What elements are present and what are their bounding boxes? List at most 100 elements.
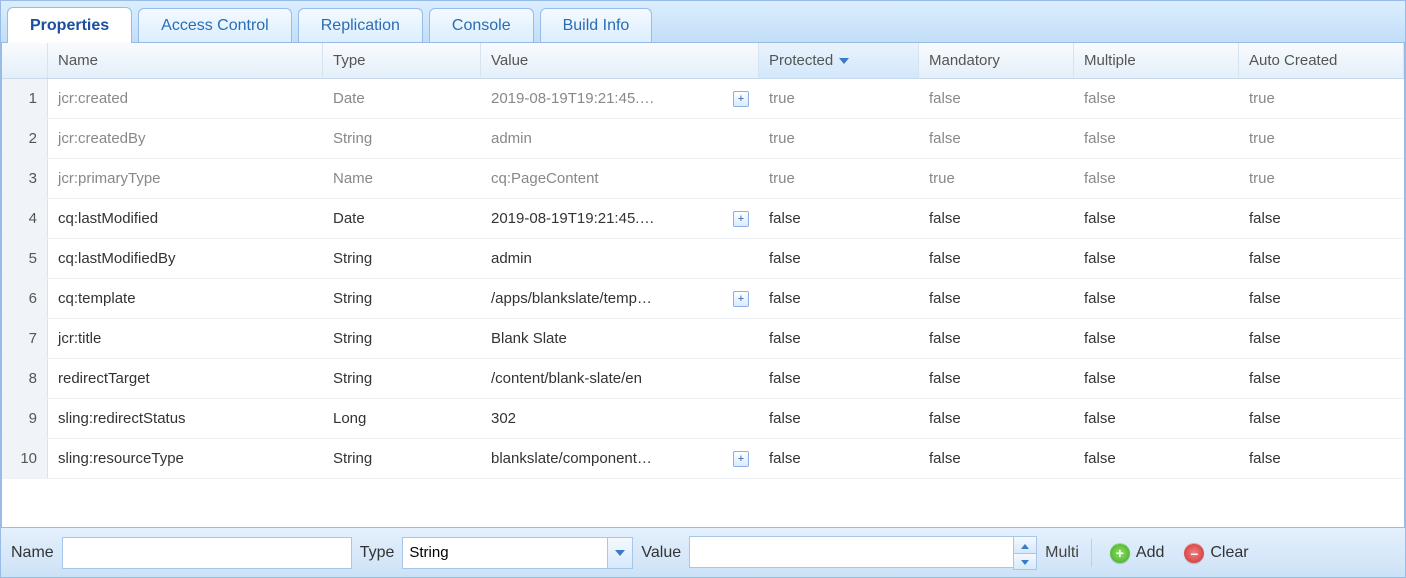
column-header-multiple[interactable]: Multiple [1074, 43, 1239, 78]
table-row[interactable]: 10sling:resourceTypeStringblankslate/com… [2, 439, 1404, 479]
cell-protected: false [759, 199, 919, 238]
cell-type: Date [323, 79, 481, 118]
cell-protected: false [759, 279, 919, 318]
cell-protected: false [759, 359, 919, 398]
cell-value-text: /content/blank-slate/en [491, 370, 749, 387]
value-spin-down[interactable] [1014, 553, 1036, 569]
cell-value-text: Blank Slate [491, 330, 749, 347]
caret-down-icon [1021, 552, 1029, 570]
plus-circle-icon: + [1110, 543, 1130, 563]
table-row[interactable]: 3jcr:primaryTypeNamecq:PageContenttruetr… [2, 159, 1404, 199]
tab-access-control[interactable]: Access Control [138, 8, 292, 42]
cell-autocreated: false [1239, 279, 1404, 318]
cell-autocreated: true [1239, 159, 1404, 198]
cell-protected: true [759, 119, 919, 158]
toolbar-separator [1091, 539, 1092, 567]
grid-header: Name Type Value Protected Mandatory Mult… [2, 43, 1404, 79]
multi-label: Multi [1045, 544, 1079, 562]
tab-properties[interactable]: Properties [7, 7, 132, 43]
expand-value-button[interactable]: + [733, 91, 749, 107]
table-row[interactable]: 7jcr:titleStringBlank Slatefalsefalsefal… [2, 319, 1404, 359]
cell-value-text: 302 [491, 410, 749, 427]
table-row[interactable]: 9sling:redirectStatusLong302falsefalsefa… [2, 399, 1404, 439]
value-input[interactable] [689, 536, 1014, 568]
table-row[interactable]: 1jcr:createdDate2019-08-19T19:21:45.…+tr… [2, 79, 1404, 119]
cell-mandatory: true [919, 159, 1074, 198]
column-header-name[interactable]: Name [48, 43, 323, 78]
cell-type: String [323, 439, 481, 478]
tab-build-info[interactable]: Build Info [540, 8, 653, 42]
table-row[interactable]: 5cq:lastModifiedByStringadminfalsefalsef… [2, 239, 1404, 279]
cell-type: Date [323, 199, 481, 238]
cell-value: admin [481, 239, 759, 278]
column-header-type[interactable]: Type [323, 43, 481, 78]
cell-type: Long [323, 399, 481, 438]
table-row[interactable]: 6cq:templateString/apps/blankslate/temp…… [2, 279, 1404, 319]
cell-rownum: 5 [2, 239, 48, 278]
cell-protected: false [759, 439, 919, 478]
column-header-value[interactable]: Value [481, 43, 759, 78]
cell-type: String [323, 319, 481, 358]
cell-rownum: 10 [2, 439, 48, 478]
table-row[interactable]: 4cq:lastModifiedDate2019-08-19T19:21:45.… [2, 199, 1404, 239]
cell-name: jcr:created [48, 79, 323, 118]
cell-multiple: false [1074, 279, 1239, 318]
cell-protected: false [759, 399, 919, 438]
cell-mandatory: false [919, 199, 1074, 238]
cell-value-text: admin [491, 130, 749, 147]
cell-mandatory: false [919, 119, 1074, 158]
cell-value: /content/blank-slate/en [481, 359, 759, 398]
cell-autocreated: false [1239, 439, 1404, 478]
tab-access-control-label: Access Control [161, 17, 269, 35]
clear-button[interactable]: – Clear [1178, 537, 1254, 569]
cell-autocreated: false [1239, 319, 1404, 358]
cell-value: blankslate/component… + [481, 439, 759, 478]
tab-replication[interactable]: Replication [298, 8, 423, 42]
cell-name: sling:redirectStatus [48, 399, 323, 438]
tab-console[interactable]: Console [429, 8, 534, 42]
expand-value-button[interactable]: + [733, 451, 749, 467]
column-header-protected[interactable]: Protected [759, 43, 919, 78]
cell-multiple: false [1074, 119, 1239, 158]
cell-rownum: 3 [2, 159, 48, 198]
cell-protected: true [759, 159, 919, 198]
cell-name: jcr:createdBy [48, 119, 323, 158]
cell-value: 302 [481, 399, 759, 438]
type-dropdown-button[interactable] [607, 537, 633, 569]
table-row[interactable]: 2jcr:createdByStringadmintruefalsefalset… [2, 119, 1404, 159]
cell-autocreated: false [1239, 359, 1404, 398]
cell-value: cq:PageContent [481, 159, 759, 198]
type-input[interactable] [402, 537, 607, 569]
cell-rownum: 4 [2, 199, 48, 238]
cell-mandatory: false [919, 79, 1074, 118]
column-header-autocreated[interactable]: Auto Created [1239, 43, 1404, 78]
expand-value-button[interactable]: + [733, 211, 749, 227]
tab-replication-label: Replication [321, 17, 400, 35]
cell-value: /apps/blankslate/temp…+ [481, 279, 759, 318]
cell-rownum: 9 [2, 399, 48, 438]
name-input[interactable] [62, 537, 352, 569]
column-header-rownum[interactable] [2, 43, 48, 78]
add-button[interactable]: + Add [1104, 537, 1170, 569]
cell-multiple: false [1074, 319, 1239, 358]
column-header-mandatory[interactable]: Mandatory [919, 43, 1074, 78]
cell-rownum: 8 [2, 359, 48, 398]
cell-value-text: 2019-08-19T19:21:45.… [491, 90, 727, 107]
cell-name: redirectTarget [48, 359, 323, 398]
cell-value: 2019-08-19T19:21:45.…+ [481, 199, 759, 238]
cell-mandatory: false [919, 319, 1074, 358]
add-button-label: Add [1136, 544, 1164, 562]
cell-name: jcr:title [48, 319, 323, 358]
cell-multiple: false [1074, 359, 1239, 398]
table-row[interactable]: 8redirectTargetString/content/blank-slat… [2, 359, 1404, 399]
cell-rownum: 6 [2, 279, 48, 318]
tab-properties-label: Properties [30, 17, 109, 35]
cell-value-text: blankslate/component… [491, 450, 727, 467]
expand-value-button[interactable]: + [733, 291, 749, 307]
cell-multiple: false [1074, 159, 1239, 198]
cell-autocreated: true [1239, 79, 1404, 118]
value-spin-up[interactable] [1014, 537, 1036, 553]
cell-value-text: admin [491, 250, 749, 267]
type-combo [402, 537, 633, 569]
grid-body[interactable]: 1jcr:createdDate2019-08-19T19:21:45.…+tr… [2, 79, 1404, 527]
